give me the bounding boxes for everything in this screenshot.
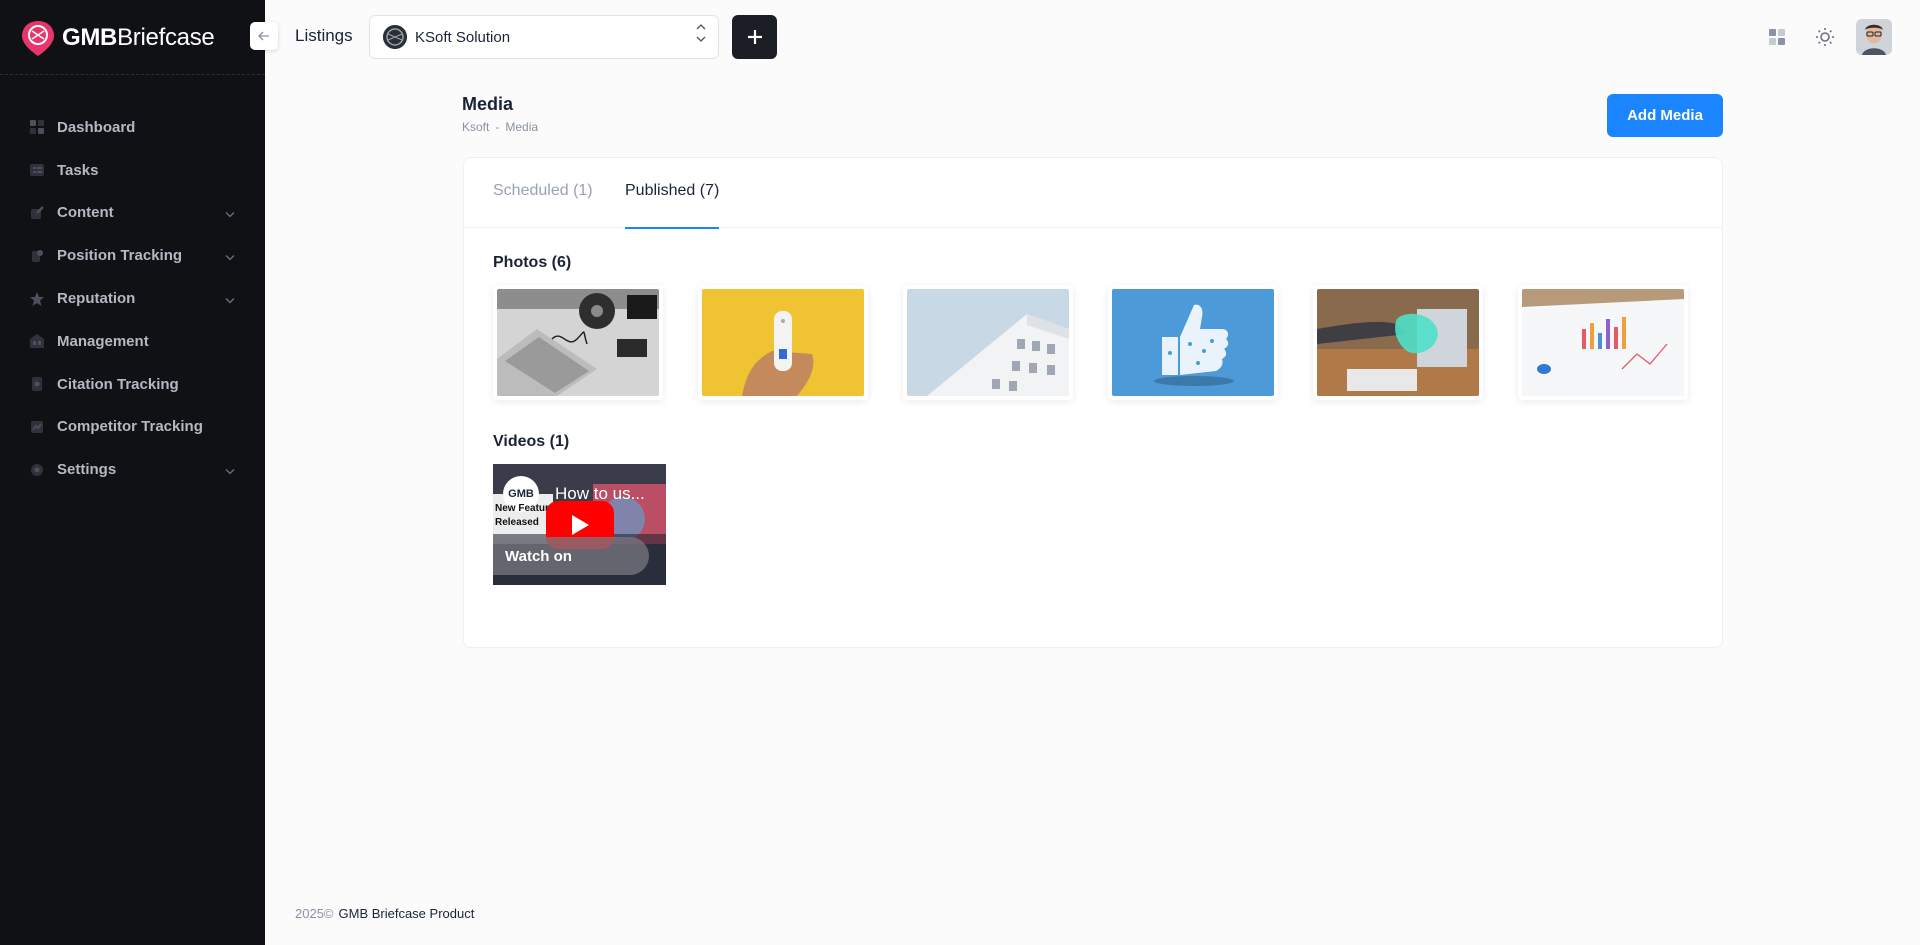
sidebar-item-reputation[interactable]: Reputation xyxy=(0,277,265,320)
media-tabs: Scheduled (1) Published (7) xyxy=(464,158,1722,229)
selected-listing-name: KSoft Solution xyxy=(415,28,511,46)
sidebar-item-label: Content xyxy=(57,204,114,222)
video-embed[interactable]: GMB How to us... New Feature Released Wa… xyxy=(493,464,666,585)
select-arrows-icon xyxy=(696,24,706,42)
play-icon xyxy=(572,515,589,535)
dashboard-icon xyxy=(28,118,46,136)
footer: 2025© GMB Briefcase Product xyxy=(295,906,474,921)
listings-label: Listings xyxy=(295,26,353,45)
chevron-down-icon xyxy=(225,204,235,221)
social-thumbs-up-photo xyxy=(1112,289,1274,396)
sidebar-item-dashboard[interactable]: Dashboard xyxy=(0,106,265,149)
sidebar-item-tasks[interactable]: Tasks xyxy=(0,149,265,192)
sidebar-nav: Dashboard Tasks Content Position Trackin… xyxy=(0,106,265,491)
competitor-icon xyxy=(28,418,46,436)
sidebar-item-label: Management xyxy=(57,332,149,350)
sidebar-item-content[interactable]: Content xyxy=(0,192,265,235)
tab-published[interactable]: Published (7) xyxy=(625,182,720,229)
sidebar-item-management[interactable]: Management xyxy=(0,320,265,363)
theme-sun-icon[interactable] xyxy=(1814,26,1836,48)
arrow-left-icon xyxy=(258,31,269,41)
footer-link[interactable]: GMB Briefcase Product xyxy=(339,906,475,921)
chevron-down-icon xyxy=(225,461,235,478)
sidebar-item-competitor-tracking[interactable]: Competitor Tracking xyxy=(0,406,265,449)
watch-on-label: Watch on xyxy=(505,547,572,565)
footer-year: 2025© xyxy=(295,906,334,921)
photos-section-title: Photos (6) xyxy=(493,254,572,271)
breadcrumb-separator: - xyxy=(495,120,500,134)
desk-turntable-laptop-photo xyxy=(497,289,659,396)
sidebar-divider xyxy=(0,74,265,75)
photo-thumbnail[interactable] xyxy=(1313,285,1483,400)
logo-pin-icon xyxy=(20,19,56,57)
sidebar-item-label: Dashboard xyxy=(57,118,136,136)
sidebar-item-settings[interactable]: Settings xyxy=(0,448,265,491)
sidebar-item-label: Competitor Tracking xyxy=(57,418,203,436)
sidebar-item-label: Reputation xyxy=(57,290,136,308)
content-icon xyxy=(28,204,46,222)
position-tracking-icon xyxy=(28,247,46,265)
app-logo[interactable]: GMBBriefcase xyxy=(20,18,215,58)
sidebar-item-position-tracking[interactable]: Position Tracking xyxy=(0,234,265,277)
photo-thumbnail[interactable] xyxy=(698,285,868,400)
breadcrumb: Ksoft - Media xyxy=(462,120,538,134)
watch-on-youtube-link[interactable]: Watch on xyxy=(493,537,649,575)
hand-laptop-data-photo xyxy=(1317,289,1479,396)
sidebar-item-label: Tasks xyxy=(57,161,99,179)
charts-papers-photo xyxy=(1522,289,1684,396)
sidebar-item-label: Settings xyxy=(57,461,117,479)
sidebar-item-label: Citation Tracking xyxy=(57,375,179,393)
reputation-icon xyxy=(28,290,46,308)
listing-avatar xyxy=(383,25,407,49)
tab-scheduled[interactable]: Scheduled (1) xyxy=(493,182,593,228)
media-card: Scheduled (1) Published (7) Photos (6) V… xyxy=(463,157,1723,648)
plus-icon xyxy=(747,30,762,44)
add-media-button[interactable]: Add Media xyxy=(1607,94,1723,137)
sidebar: GMBBriefcase Dashboard Tasks Content Pos… xyxy=(0,0,265,945)
add-listing-button[interactable] xyxy=(732,15,777,59)
photo-thumbnail[interactable] xyxy=(903,285,1073,400)
page-title: Media xyxy=(462,94,514,114)
breadcrumb-item[interactable]: Ksoft xyxy=(462,120,489,134)
apps-icon[interactable] xyxy=(1766,26,1788,48)
chevron-down-icon xyxy=(225,290,235,307)
white-building-sky-photo xyxy=(907,289,1069,396)
logo-text: GMBBriefcase xyxy=(62,24,215,51)
sidebar-item-label: Position Tracking xyxy=(57,247,183,265)
videos-section-title: Videos (1) xyxy=(493,433,570,450)
settings-icon xyxy=(28,461,46,479)
hand-device-yellow-photo xyxy=(702,289,864,396)
management-icon xyxy=(28,332,46,350)
sidebar-item-citation-tracking[interactable]: Citation Tracking xyxy=(0,363,265,406)
citation-icon xyxy=(28,375,46,393)
photo-thumbnail[interactable] xyxy=(493,285,663,400)
listing-selector[interactable]: KSoft Solution xyxy=(369,15,719,59)
user-avatar[interactable] xyxy=(1856,19,1892,55)
photo-thumbnail[interactable] xyxy=(1108,285,1278,400)
chevron-down-icon xyxy=(225,247,235,264)
sidebar-collapse-button[interactable] xyxy=(250,22,278,50)
breadcrumb-item: Media xyxy=(505,120,539,134)
photo-thumbnail[interactable] xyxy=(1518,285,1688,400)
tasks-icon xyxy=(28,161,46,179)
